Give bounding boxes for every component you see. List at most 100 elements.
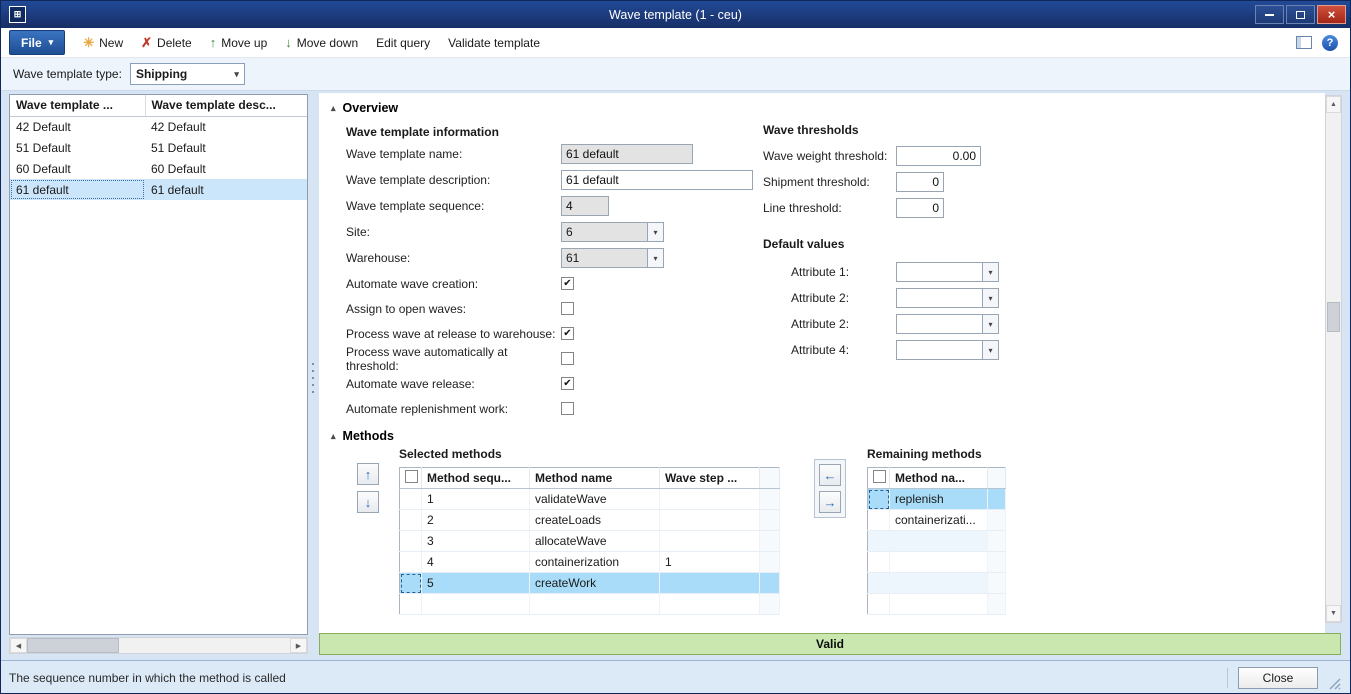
chevron-down-icon[interactable]: ▾ xyxy=(647,248,664,268)
cell-name[interactable]: 51 Default xyxy=(10,137,145,158)
vertical-scrollbar[interactable]: ▲ ▼ xyxy=(1325,95,1342,623)
scroll-up-icon[interactable]: ▲ xyxy=(1326,96,1341,113)
layout-icon[interactable] xyxy=(1296,36,1312,49)
close-form-button[interactable]: Close xyxy=(1238,667,1318,689)
edit-query-button[interactable]: Edit query xyxy=(376,36,430,50)
methods-group-header[interactable]: ▴ Methods xyxy=(331,429,394,443)
column-header-wave-template[interactable]: Wave template ... xyxy=(10,95,145,116)
close-button[interactable]: × xyxy=(1317,5,1346,24)
cell-method-name[interactable]: containerization xyxy=(530,552,660,573)
table-row[interactable]: 60 Default 60 Default xyxy=(10,158,308,179)
wave-template-sequence-input[interactable] xyxy=(561,196,609,216)
row-select-cell[interactable] xyxy=(400,531,422,552)
splitter-handle[interactable] xyxy=(312,363,315,397)
move-method-down-button[interactable]: ↓ xyxy=(357,491,379,513)
select-all-checkbox-header[interactable] xyxy=(400,468,422,489)
shipment-threshold-input[interactable] xyxy=(896,172,944,192)
cell-desc[interactable]: 42 Default xyxy=(145,116,308,137)
move-up-button[interactable]: ↑ Move up xyxy=(210,36,268,50)
line-threshold-input[interactable] xyxy=(896,198,944,218)
row-select-cell[interactable] xyxy=(400,573,422,594)
cell-method-name[interactable]: createLoads xyxy=(530,510,660,531)
column-header-method-name[interactable]: Method na... xyxy=(890,468,988,489)
minimize-button[interactable] xyxy=(1255,5,1284,24)
table-row[interactable]: 42 Default 42 Default xyxy=(10,116,308,137)
column-header-wave-step[interactable]: Wave step ... xyxy=(660,468,760,489)
cell-wave-step[interactable] xyxy=(660,531,760,552)
cell-method-name[interactable]: validateWave xyxy=(530,489,660,510)
table-row[interactable]: 4 containerization 1 xyxy=(400,552,780,573)
scrollbar-thumb[interactable] xyxy=(27,638,119,653)
chevron-down-icon[interactable]: ▾ xyxy=(982,262,999,282)
cell-wave-step[interactable]: 1 xyxy=(660,552,760,573)
wave-template-description-input[interactable] xyxy=(561,170,753,190)
automate-wave-release-checkbox[interactable]: ✔ xyxy=(561,377,574,390)
attribute-2-select[interactable]: ▾ xyxy=(896,288,999,308)
cell-name[interactable]: 61 default xyxy=(10,179,145,200)
file-menu-button[interactable]: File ▾ xyxy=(9,30,65,55)
attribute-3-select[interactable]: ▾ xyxy=(896,314,999,334)
cell-desc[interactable]: 61 default xyxy=(145,179,308,200)
row-select-cell[interactable] xyxy=(400,552,422,573)
scroll-right-icon[interactable]: ▶ xyxy=(290,638,307,653)
row-select-cell[interactable] xyxy=(400,489,422,510)
cell-desc[interactable]: 51 Default xyxy=(145,137,308,158)
cell-seq[interactable]: 5 xyxy=(422,573,530,594)
cell-seq[interactable]: 4 xyxy=(422,552,530,573)
warehouse-select[interactable]: 61 ▾ xyxy=(561,248,664,268)
resize-grip[interactable] xyxy=(1328,677,1342,691)
chevron-down-icon[interactable]: ▾ xyxy=(982,314,999,334)
horizontal-scrollbar[interactable]: ◀ ▶ xyxy=(9,637,308,654)
move-method-up-button[interactable]: ↑ xyxy=(357,463,379,485)
cell-method-name[interactable]: replenish xyxy=(890,489,988,510)
row-select-cell[interactable] xyxy=(400,510,422,531)
cell-desc[interactable]: 60 Default xyxy=(145,158,308,179)
help-icon[interactable]: ? xyxy=(1322,35,1338,51)
site-select[interactable]: 6 ▾ xyxy=(561,222,664,242)
automate-replenishment-work-checkbox[interactable] xyxy=(561,402,574,415)
cell-method-name[interactable]: containerizati... xyxy=(890,510,988,531)
cell-name[interactable]: 60 Default xyxy=(10,158,145,179)
column-header-wave-template-desc[interactable]: Wave template desc... xyxy=(145,95,308,116)
process-wave-at-threshold-checkbox[interactable] xyxy=(561,352,574,365)
delete-button[interactable]: ✗ Delete xyxy=(141,36,192,50)
table-row[interactable]: 51 Default 51 Default xyxy=(10,137,308,158)
scrollbar-track[interactable] xyxy=(119,638,290,653)
validate-template-button[interactable]: Validate template xyxy=(448,36,540,50)
column-header-method-name[interactable]: Method name xyxy=(530,468,660,489)
cell-seq[interactable]: 2 xyxy=(422,510,530,531)
move-down-button[interactable]: ↓ Move down xyxy=(285,36,358,50)
process-wave-at-release-checkbox[interactable]: ✔ xyxy=(561,327,574,340)
row-select-cell[interactable] xyxy=(868,489,890,510)
row-select-cell[interactable] xyxy=(868,510,890,531)
table-row[interactable]: containerizati... xyxy=(868,510,1006,531)
cell-method-name[interactable]: createWork xyxy=(530,573,660,594)
table-row[interactable]: 2 createLoads xyxy=(400,510,780,531)
select-all-checkbox-header[interactable] xyxy=(868,468,890,489)
scroll-left-icon[interactable]: ◀ xyxy=(10,638,27,653)
table-row-selected[interactable]: replenish xyxy=(868,489,1006,510)
table-row[interactable]: 3 allocateWave xyxy=(400,531,780,552)
overview-group-header[interactable]: ▴ Overview xyxy=(331,101,398,115)
wave-template-name-input[interactable] xyxy=(561,144,693,164)
cell-wave-step[interactable] xyxy=(660,573,760,594)
chevron-down-icon[interactable]: ▾ xyxy=(982,288,999,308)
cell-wave-step[interactable] xyxy=(660,489,760,510)
wave-template-type-select[interactable]: Shipping ▾ xyxy=(130,63,245,85)
table-row-selected[interactable]: 61 default 61 default xyxy=(10,179,308,200)
attribute-4-select[interactable]: ▾ xyxy=(896,340,999,360)
table-row[interactable]: 1 validateWave xyxy=(400,489,780,510)
cell-method-name[interactable]: allocateWave xyxy=(530,531,660,552)
chevron-down-icon[interactable]: ▾ xyxy=(982,340,999,360)
table-row-selected[interactable]: 5 createWork xyxy=(400,573,780,594)
checkbox[interactable] xyxy=(873,470,886,483)
scroll-down-icon[interactable]: ▼ xyxy=(1326,605,1341,622)
cell-seq[interactable]: 3 xyxy=(422,531,530,552)
scrollbar-thumb[interactable] xyxy=(1327,302,1340,332)
cell-wave-step[interactable] xyxy=(660,510,760,531)
checkbox[interactable] xyxy=(405,470,418,483)
wave-weight-threshold-input[interactable] xyxy=(896,146,981,166)
automate-wave-creation-checkbox[interactable]: ✔ xyxy=(561,277,574,290)
maximize-button[interactable] xyxy=(1286,5,1315,24)
cell-name[interactable]: 42 Default xyxy=(10,116,145,137)
